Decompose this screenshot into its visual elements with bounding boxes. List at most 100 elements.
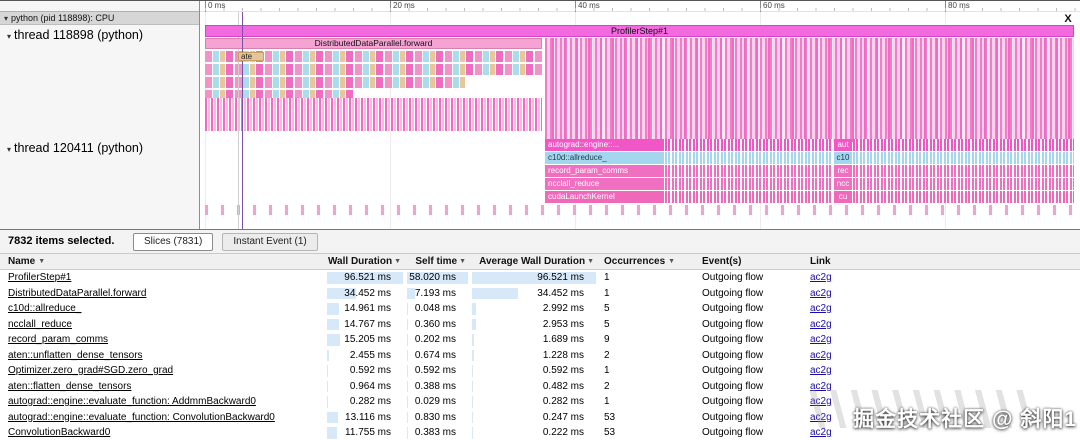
timeline-slice[interactable]: c10d::allreduce_ [545, 152, 664, 164]
ac2g-link[interactable]: ac2g [808, 410, 888, 426]
timeline-slice[interactable]: record_param_comms [545, 165, 664, 177]
timeline-ruler[interactable]: 0 ms 20 ms 40 ms 60 ms 80 ms [200, 1, 1080, 12]
slice-name-link[interactable]: aten::flatten_dense_tensors [0, 379, 325, 395]
timeline-slice-group[interactable] [853, 139, 1074, 151]
timeline-slice[interactable]: c10 [834, 152, 852, 164]
average-wall-duration-cell: 0.282 ms [470, 394, 598, 410]
column-header-self-time[interactable]: Self time ▼ [405, 254, 470, 269]
profiler-step-slice[interactable]: ProfilerStep#1 [205, 25, 1074, 37]
table-row[interactable]: DistributedDataParallel.forward 34.452 m… [0, 286, 1080, 302]
average-wall-duration-cell: 2.953 ms [470, 317, 598, 333]
slice-name-link[interactable]: ProfilerStep#1 [0, 270, 325, 286]
timeline-slice[interactable]: ncc [834, 178, 852, 190]
occurrences-cell: 53 [604, 427, 616, 438]
ac2g-link[interactable]: ac2g [808, 394, 888, 410]
close-icon[interactable]: X [1061, 13, 1075, 25]
timeline-slice-group[interactable] [665, 191, 833, 203]
ac2g-link[interactable]: ac2g [808, 348, 888, 364]
slice-name-link[interactable]: aten::unflatten_dense_tensors [0, 348, 325, 364]
column-header-name[interactable]: Name ▼ [0, 254, 325, 269]
timeline-slice[interactable]: cudaLaunchKernel [545, 191, 664, 203]
slice-name-link[interactable]: DistributedDataParallel.forward [0, 286, 325, 302]
table-row[interactable]: c10d::allreduce_ 14.961 ms 0.048 ms 2.99… [0, 301, 1080, 317]
thread-120411-track[interactable]: ProfilerStep#1 DistributedDataParallel.f… [201, 12, 1080, 229]
column-header-average-wall-duration[interactable]: Average Wall Duration ▼ [470, 254, 598, 269]
timeline-slice-group[interactable] [665, 139, 833, 151]
wall-duration-cell: 2.455 ms [325, 348, 405, 364]
self-time-cell: 0.383 ms [405, 425, 470, 440]
column-header-events[interactable]: Event(s) [698, 254, 808, 269]
wall-duration-cell: 0.964 ms [325, 379, 405, 395]
table-row[interactable]: ProfilerStep#1 96.521 ms 58.020 ms 96.52… [0, 270, 1080, 286]
column-header-link[interactable]: Link [808, 254, 888, 269]
slice-name-link[interactable]: Optimizer.zero_grad#SGD.zero_grad [0, 363, 325, 379]
dense-slices-backward[interactable] [545, 38, 1074, 142]
slice-name-link[interactable]: autograd::engine::evaluate_function: Add… [0, 394, 325, 410]
table-row[interactable]: ncclall_reduce 14.767 ms 0.360 ms 2.953 … [0, 317, 1080, 333]
thread-name: thread 120411 (python) [14, 141, 144, 155]
slice-name-link[interactable]: autograd::engine::evaluate_function: Con… [0, 410, 325, 426]
ac2g-link[interactable]: ac2g [808, 317, 888, 333]
ac2g-link[interactable]: ac2g [808, 332, 888, 348]
average-wall-duration-cell: 96.521 ms [470, 270, 598, 286]
slice-name-link[interactable]: ncclall_reduce [0, 317, 325, 333]
sparse-slices-row[interactable] [205, 205, 1074, 215]
duration-bar [472, 318, 476, 330]
tab-slices[interactable]: Slices (7831) [133, 233, 214, 251]
timeline-slice-group[interactable] [665, 178, 833, 190]
dense-slices-forward-bottom[interactable] [205, 98, 542, 131]
dense-slices-forward-row2[interactable] [205, 64, 542, 75]
ac2g-link[interactable]: ac2g [808, 425, 888, 440]
aten-slice[interactable]: ate [238, 52, 264, 61]
ac2g-link[interactable]: ac2g [808, 286, 888, 302]
ac2g-link[interactable]: ac2g [808, 270, 888, 286]
sort-arrow-icon[interactable]: ▼ [394, 258, 401, 265]
ddp-forward-slice[interactable]: DistributedDataParallel.forward [205, 38, 542, 49]
slice-name-link[interactable]: ConvolutionBackward0 [0, 425, 325, 440]
collapse-triangle-icon[interactable]: ▾ [4, 14, 8, 23]
table-row[interactable]: Optimizer.zero_grad#SGD.zero_grad 0.592 … [0, 363, 1080, 379]
average-wall-duration-cell: 2.992 ms [470, 301, 598, 317]
timeline-slice[interactable]: ncclall_reduce [545, 178, 664, 190]
column-header-occurrences[interactable]: Occurrences ▼ [598, 254, 698, 269]
slice-name-link[interactable]: record_param_comms [0, 332, 325, 348]
process-track-header[interactable]: ▾ python (pid 118898): CPU [0, 11, 199, 25]
table-row[interactable]: autograd::engine::evaluate_function: Con… [0, 410, 1080, 426]
timeline-slice-group[interactable] [853, 191, 1074, 203]
self-time-cell: 0.674 ms [405, 348, 470, 364]
table-row[interactable]: autograd::engine::evaluate_function: Add… [0, 394, 1080, 410]
ac2g-link[interactable]: ac2g [808, 301, 888, 317]
table-row[interactable]: record_param_comms 15.205 ms 0.202 ms 1.… [0, 332, 1080, 348]
wall-duration-cell: 13.116 ms [325, 410, 405, 426]
sort-arrow-icon[interactable]: ▼ [587, 258, 594, 265]
tab-instant-event[interactable]: Instant Event (1) [222, 233, 318, 251]
timeline-slice[interactable]: cu [834, 191, 852, 203]
thread-120411-label[interactable]: ▾ thread 120411 (python) [7, 141, 143, 155]
sort-arrow-icon[interactable]: ▼ [668, 258, 675, 265]
column-header-wall-duration[interactable]: Wall Duration ▼ [325, 254, 405, 269]
ac2g-link[interactable]: ac2g [808, 379, 888, 395]
timeline-slice-group[interactable] [853, 178, 1074, 190]
table-row[interactable]: ConvolutionBackward0 11.755 ms 0.383 ms … [0, 425, 1080, 440]
events-cell: Outgoing flow [702, 411, 764, 423]
average-wall-duration-cell: 0.482 ms [470, 379, 598, 395]
timeline-slice-group[interactable] [853, 152, 1074, 164]
slice-name-link[interactable]: c10d::allreduce_ [0, 301, 325, 317]
thread-118898-label[interactable]: ▾ thread 118898 (python) [7, 28, 143, 42]
timeline-slice[interactable]: rec [834, 165, 852, 177]
process-title: python (pid 118898): CPU [11, 13, 115, 23]
sort-arrow-icon[interactable]: ▼ [459, 258, 466, 265]
timeline-slice[interactable]: aut [834, 139, 852, 151]
collapse-triangle-icon[interactable]: ▾ [7, 32, 11, 41]
timeline-slice-group[interactable] [665, 165, 833, 177]
dense-slices-forward-row3[interactable] [205, 77, 465, 88]
timeline-slice-group[interactable] [665, 152, 833, 164]
sort-arrow-icon[interactable]: ▼ [38, 258, 45, 265]
trace-viewer: 0 ms 20 ms 40 ms 60 ms 80 ms X ▾ python (pid … [0, 1, 1080, 229]
collapse-triangle-icon[interactable]: ▾ [7, 145, 11, 154]
timeline-slice[interactable]: autograd::engine::... [545, 139, 664, 151]
table-row[interactable]: aten::flatten_dense_tensors 0.964 ms 0.3… [0, 379, 1080, 395]
table-row[interactable]: aten::unflatten_dense_tensors 2.455 ms 0… [0, 348, 1080, 364]
ac2g-link[interactable]: ac2g [808, 363, 888, 379]
timeline-slice-group[interactable] [853, 165, 1074, 177]
